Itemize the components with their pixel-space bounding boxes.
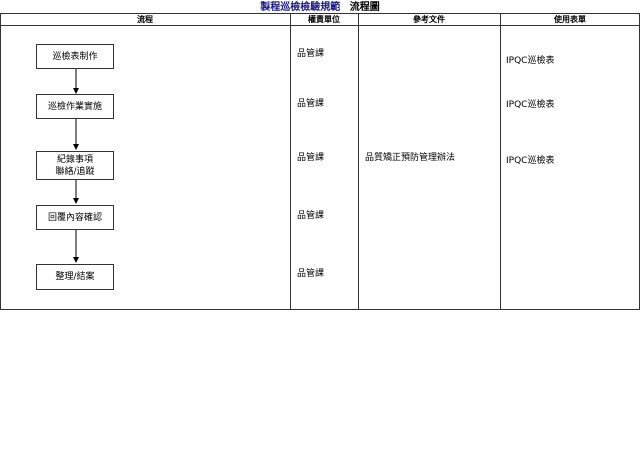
column-header-forms: 使用表單 [554, 15, 586, 24]
column-header-reference: 參考文件 [413, 15, 445, 24]
form-cell-1: IPQC巡檢表 [506, 56, 555, 66]
flow-arrow-3-4 [73, 180, 79, 204]
unit-cell-4: 品管課 [297, 211, 325, 221]
flow-step-label: 巡檢作業實施 [47, 101, 102, 112]
flow-step-label-line2: 聯絡/追蹤 [55, 166, 95, 177]
flow-step-2: 巡檢作業實施 [36, 94, 114, 119]
flow-step-5: 整理/結案 [36, 264, 114, 290]
column-divider-reference [358, 13, 359, 310]
flow-step-1: 巡檢表制作 [36, 44, 114, 69]
form-cell-3: IPQC巡檢表 [506, 156, 555, 166]
document-subtitle: 流程圖 [349, 2, 380, 13]
column-divider-unit [290, 13, 291, 310]
unit-cell-3: 品管課 [297, 153, 325, 163]
column-header-flow: 流程 [137, 15, 153, 24]
flow-arrow-1-2 [73, 69, 79, 94]
unit-cell-1: 品管課 [297, 49, 325, 59]
column-header-unit: 權責單位 [308, 15, 340, 24]
form-cell-2: IPQC巡檢表 [506, 100, 555, 110]
flow-step-3: 紀錄事項 聯絡/追蹤 [36, 151, 114, 180]
flow-step-label-line1: 紀錄事項 [56, 154, 93, 165]
flow-step-label: 整理/結案 [55, 272, 95, 282]
document-title: 製程巡檢檢驗規範 [260, 2, 341, 13]
table-left-border [0, 13, 1, 310]
flow-step-label: 回覆內容確認 [47, 212, 102, 223]
flow-arrow-4-5 [73, 230, 79, 263]
unit-cell-5: 品管課 [297, 269, 325, 279]
flow-step-label: 巡檢表制作 [52, 51, 98, 62]
unit-cell-2: 品管課 [297, 99, 325, 109]
column-divider-forms [500, 13, 501, 310]
reference-doc-cell: 品質矯正預防管理辦法 [365, 153, 456, 163]
flow-step-4: 回覆內容確認 [36, 205, 114, 230]
table-bottom-border [0, 309, 640, 310]
flow-arrow-2-3 [73, 119, 79, 150]
